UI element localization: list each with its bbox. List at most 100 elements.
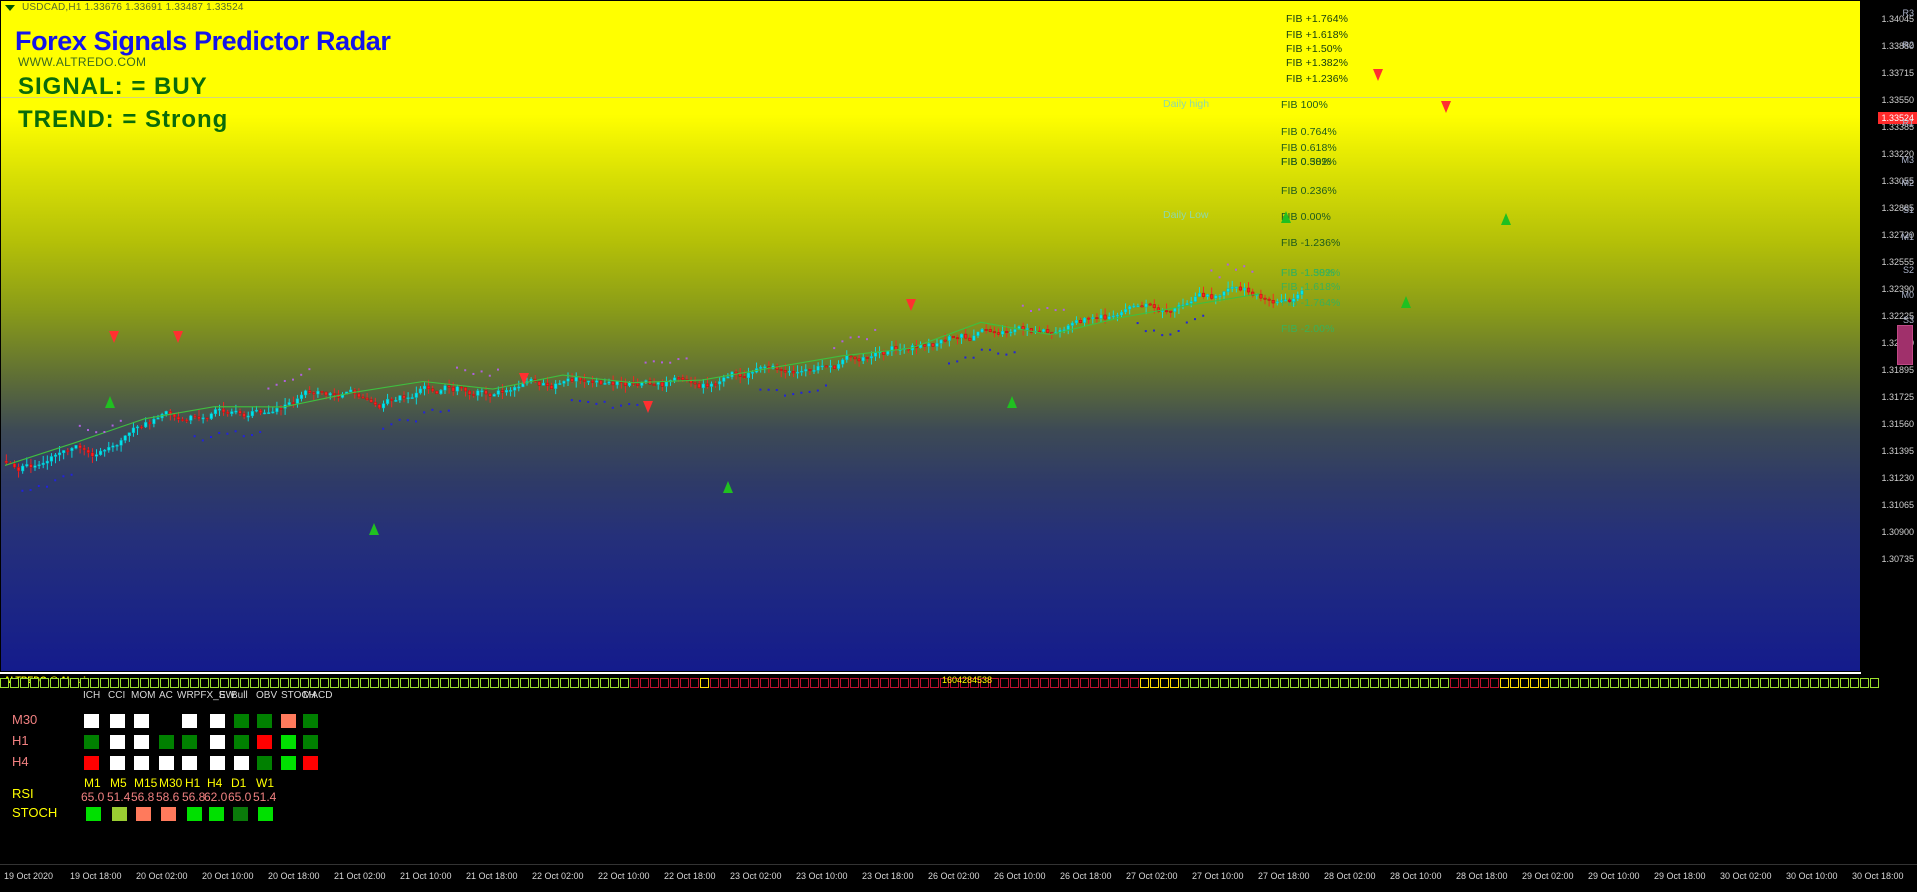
tick-cell — [10, 678, 19, 688]
tick-cell — [1610, 678, 1619, 688]
tick-cell — [1520, 678, 1529, 688]
indicator-cell[interactable] — [134, 714, 149, 728]
indicator-cell[interactable] — [303, 735, 318, 749]
stoch-cell[interactable] — [112, 807, 127, 821]
time-axis-label: 19 Oct 18:00 — [70, 871, 122, 881]
time-axis-label: 23 Oct 10:00 — [796, 871, 848, 881]
indicator-cell[interactable] — [234, 735, 249, 749]
indicator-cell[interactable] — [84, 756, 99, 770]
tick-cell — [1230, 678, 1239, 688]
tick-cell — [1170, 678, 1179, 688]
price-chart[interactable]: USDCAD,H1 1.33676 1.33691 1.33487 1.3352… — [0, 0, 1861, 672]
tick-cell — [670, 678, 679, 688]
tick-cell — [100, 678, 109, 688]
time-axis-label: 27 Oct 10:00 — [1192, 871, 1244, 881]
price-tick: 1.30900 — [1881, 527, 1914, 537]
stoch-cell[interactable] — [258, 807, 273, 821]
indicator-cell[interactable] — [182, 714, 197, 728]
indicator-cell[interactable] — [110, 735, 125, 749]
indicator-column-header: OBV — [256, 690, 278, 701]
indicator-cell[interactable] — [281, 756, 296, 770]
stoch-cell[interactable] — [136, 807, 151, 821]
tick-cell — [1420, 678, 1429, 688]
indicator-cell[interactable] — [84, 714, 99, 728]
stoch-cell[interactable] — [161, 807, 176, 821]
tick-cell — [680, 678, 689, 688]
time-axis-label: 28 Oct 10:00 — [1390, 871, 1442, 881]
tick-cell — [1770, 678, 1779, 688]
stoch-cell[interactable] — [187, 807, 202, 821]
tick-cell — [1540, 678, 1549, 688]
tick-cell — [780, 678, 789, 688]
rsi-timeframe-header: M30 — [159, 776, 183, 790]
tick-cell — [1460, 678, 1469, 688]
tick-cell — [160, 678, 169, 688]
time-axis-label: 19 Oct 2020 — [4, 871, 54, 881]
tick-cell — [1580, 678, 1589, 688]
tick-cell — [340, 678, 349, 688]
indicator-cell[interactable] — [84, 735, 99, 749]
indicator-dashboard: ALTREDO @ Alpari 1604284538 ICHCCIMOMACW… — [0, 672, 1917, 864]
tick-cell — [1090, 678, 1099, 688]
time-axis-label: 27 Oct 02:00 — [1126, 871, 1178, 881]
tick-cell — [830, 678, 839, 688]
rsi-value: 51.4 — [107, 790, 131, 804]
tick-cell — [1860, 678, 1869, 688]
indicator-cell[interactable] — [182, 756, 197, 770]
tick-cell — [920, 678, 929, 688]
tick-cell — [720, 678, 729, 688]
indicator-cell[interactable] — [281, 714, 296, 728]
tick-cell — [730, 678, 739, 688]
indicator-cell[interactable] — [234, 714, 249, 728]
stoch-cell[interactable] — [233, 807, 248, 821]
tick-cell — [40, 678, 49, 688]
indicator-cell[interactable] — [257, 714, 272, 728]
tick-cell — [1410, 678, 1419, 688]
indicator-cell[interactable] — [110, 714, 125, 728]
indicator-cell[interactable] — [210, 714, 225, 728]
tick-cell — [120, 678, 129, 688]
tick-cell — [140, 678, 149, 688]
tick-cell — [1750, 678, 1759, 688]
tick-cell — [1740, 678, 1749, 688]
tick-cell — [1870, 678, 1879, 688]
tick-cell — [110, 678, 119, 688]
indicator-cell[interactable] — [234, 756, 249, 770]
rsi-value: 65.0 — [81, 790, 105, 804]
tick-cell — [520, 678, 529, 688]
indicator-cell[interactable] — [257, 756, 272, 770]
tick-cell — [770, 678, 779, 688]
time-axis-label: 22 Oct 18:00 — [664, 871, 716, 881]
tick-cell — [1160, 678, 1169, 688]
tick-cell — [860, 678, 869, 688]
time-axis-label: 30 Oct 10:00 — [1786, 871, 1838, 881]
pivot-level-label: S1 — [1902, 205, 1914, 215]
tick-cell — [650, 678, 659, 688]
tick-cell — [1800, 678, 1809, 688]
rsi-timeframe-header: W1 — [256, 776, 274, 790]
stoch-cell[interactable] — [86, 807, 101, 821]
tick-cell — [310, 678, 319, 688]
indicator-cell[interactable] — [110, 756, 125, 770]
indicator-cell[interactable] — [210, 756, 225, 770]
tick-cell — [1510, 678, 1519, 688]
indicator-cell[interactable] — [134, 735, 149, 749]
panel-divider — [0, 672, 1861, 674]
indicator-cell[interactable] — [182, 735, 197, 749]
indicator-cell[interactable] — [134, 756, 149, 770]
tick-cell — [750, 678, 759, 688]
indicator-cell[interactable] — [159, 735, 174, 749]
indicator-column-header: Bull — [231, 690, 248, 701]
indicator-cell[interactable] — [303, 714, 318, 728]
indicator-cell[interactable] — [281, 735, 296, 749]
tick-cell — [1840, 678, 1849, 688]
tick-cell — [560, 678, 569, 688]
indicator-cell[interactable] — [257, 735, 272, 749]
stoch-cell[interactable] — [209, 807, 224, 821]
tick-cell — [800, 678, 809, 688]
indicator-cell[interactable] — [159, 756, 174, 770]
tick-cell — [360, 678, 369, 688]
indicator-cell[interactable] — [210, 735, 225, 749]
indicator-cell[interactable] — [303, 756, 318, 770]
tick-cell — [1120, 678, 1129, 688]
